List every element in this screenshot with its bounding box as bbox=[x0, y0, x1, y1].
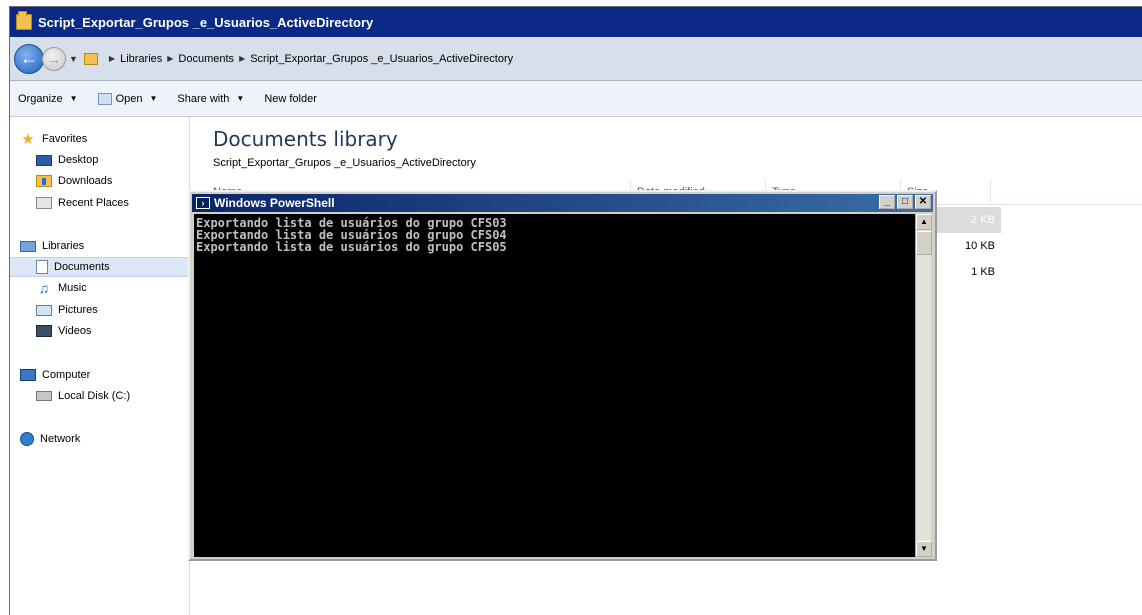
computer-icon bbox=[20, 369, 36, 381]
breadcrumb-libraries[interactable]: Libraries bbox=[120, 53, 162, 65]
open-button[interactable]: Open ▼ bbox=[97, 92, 158, 105]
pictures-icon bbox=[36, 304, 52, 316]
local-disk-icon bbox=[36, 391, 52, 401]
command-bar: Organize ▼ Open ▼ Share with ▼ New folde… bbox=[10, 81, 1142, 117]
open-icon bbox=[97, 92, 112, 105]
console-output[interactable]: Exportando lista de usuários do grupo CF… bbox=[194, 214, 917, 557]
folder-icon bbox=[16, 11, 32, 30]
nav-computer[interactable]: Computer bbox=[10, 365, 190, 385]
nav-recent-places[interactable]: Recent Places bbox=[10, 193, 190, 213]
breadcrumb-documents[interactable]: Documents bbox=[178, 53, 234, 65]
window-controls: _ □ ✕ bbox=[877, 195, 931, 209]
nav-local-disk[interactable]: Local Disk (C:) bbox=[10, 386, 190, 406]
organize-label: Organize bbox=[18, 92, 63, 105]
videos-icon bbox=[36, 325, 52, 337]
open-label: Open bbox=[115, 92, 143, 105]
chevron-right-icon[interactable]: ▶ bbox=[239, 54, 245, 63]
recent-pages-chevron-icon[interactable]: ▼ bbox=[69, 54, 78, 64]
nav-network[interactable]: Network bbox=[10, 429, 190, 449]
nav-favorites[interactable]: ★ Favorites bbox=[10, 129, 190, 149]
close-button[interactable]: ✕ bbox=[915, 195, 931, 209]
new-folder-button[interactable]: New folder bbox=[264, 93, 317, 105]
address-bar: ← → ▼ ▶ Libraries ▶ Documents ▶ Script_E… bbox=[10, 37, 1142, 81]
nav-music-label: Music bbox=[58, 282, 87, 294]
new-folder-label: New folder bbox=[264, 92, 317, 105]
powershell-titlebar[interactable]: › Windows PowerShell _ □ ✕ bbox=[192, 194, 933, 212]
maximize-button[interactable]: □ bbox=[897, 195, 913, 209]
address-folder-icon bbox=[83, 52, 98, 65]
desktop-icon bbox=[36, 154, 52, 166]
nav-videos[interactable]: Videos bbox=[10, 321, 190, 341]
nav-music[interactable]: ♫ Music bbox=[10, 278, 190, 298]
star-icon: ★ bbox=[21, 131, 35, 148]
breadcrumb-current-folder[interactable]: Script_Exportar_Grupos _e_Usuarios_Activ… bbox=[250, 53, 513, 65]
window-titlebar[interactable]: Script_Exportar_Grupos _e_Usuarios_Activ… bbox=[10, 7, 1142, 37]
nav-pictures-label: Pictures bbox=[58, 304, 98, 316]
caret-down-icon: ▼ bbox=[236, 94, 245, 103]
share-with-button[interactable]: Share with ▼ bbox=[177, 93, 244, 105]
nav-videos-label: Videos bbox=[58, 325, 92, 337]
nav-pictures[interactable]: Pictures bbox=[10, 300, 190, 320]
powershell-icon: › bbox=[196, 197, 210, 209]
caret-down-icon: ▼ bbox=[69, 94, 78, 103]
powershell-title: Windows PowerShell bbox=[214, 196, 335, 210]
nav-downloads[interactable]: Downloads bbox=[10, 171, 190, 191]
nav-favorites-label: Favorites bbox=[42, 133, 88, 145]
scroll-thumb[interactable] bbox=[916, 231, 932, 255]
navigation-pane: ★ Favorites Desktop Downloads Recent Pla… bbox=[10, 117, 190, 615]
nav-libraries-label: Libraries bbox=[42, 240, 85, 252]
address-path[interactable]: ▶ Libraries ▶ Documents ▶ Script_Exporta… bbox=[82, 47, 552, 71]
scroll-up-icon[interactable]: ▲ bbox=[916, 214, 932, 230]
library-subtitle: Script_Exportar_Grupos _e_Usuarios_Activ… bbox=[213, 157, 476, 169]
nav-downloads-label: Downloads bbox=[58, 175, 113, 187]
nav-documents[interactable]: Documents bbox=[10, 257, 190, 277]
minimize-button[interactable]: _ bbox=[879, 195, 895, 209]
share-with-label: Share with bbox=[177, 92, 230, 105]
nav-libraries[interactable]: Libraries bbox=[10, 236, 190, 256]
library-title: Documents library bbox=[213, 127, 398, 151]
nav-recent-places-label: Recent Places bbox=[58, 197, 129, 209]
music-icon: ♫ bbox=[38, 280, 50, 296]
nav-documents-label: Documents bbox=[54, 261, 110, 273]
documents-icon bbox=[36, 260, 48, 274]
organize-button[interactable]: Organize ▼ bbox=[18, 93, 78, 105]
nav-network-label: Network bbox=[40, 433, 81, 445]
libraries-icon bbox=[20, 240, 36, 252]
chevron-right-icon[interactable]: ▶ bbox=[167, 54, 173, 63]
window-title: Script_Exportar_Grupos _e_Usuarios_Activ… bbox=[38, 14, 374, 30]
nav-desktop[interactable]: Desktop bbox=[10, 150, 190, 170]
forward-button[interactable]: → bbox=[42, 46, 66, 71]
recent-places-icon bbox=[36, 197, 52, 209]
console-line: Exportando lista de usuários do grupo CF… bbox=[196, 240, 507, 254]
chevron-right-icon[interactable]: ▶ bbox=[109, 54, 115, 63]
caret-down-icon: ▼ bbox=[149, 94, 158, 103]
back-button[interactable]: ← bbox=[14, 43, 44, 74]
downloads-icon bbox=[36, 175, 52, 187]
nav-desktop-label: Desktop bbox=[58, 154, 99, 166]
nav-local-disk-label: Local Disk (C:) bbox=[58, 390, 131, 402]
vertical-scrollbar[interactable]: ▲ ▼ bbox=[915, 214, 932, 557]
network-icon bbox=[20, 432, 34, 446]
nav-computer-label: Computer bbox=[42, 369, 91, 381]
powershell-window: › Windows PowerShell _ □ ✕ Exportando li… bbox=[188, 190, 937, 561]
scroll-down-icon[interactable]: ▼ bbox=[916, 541, 932, 557]
